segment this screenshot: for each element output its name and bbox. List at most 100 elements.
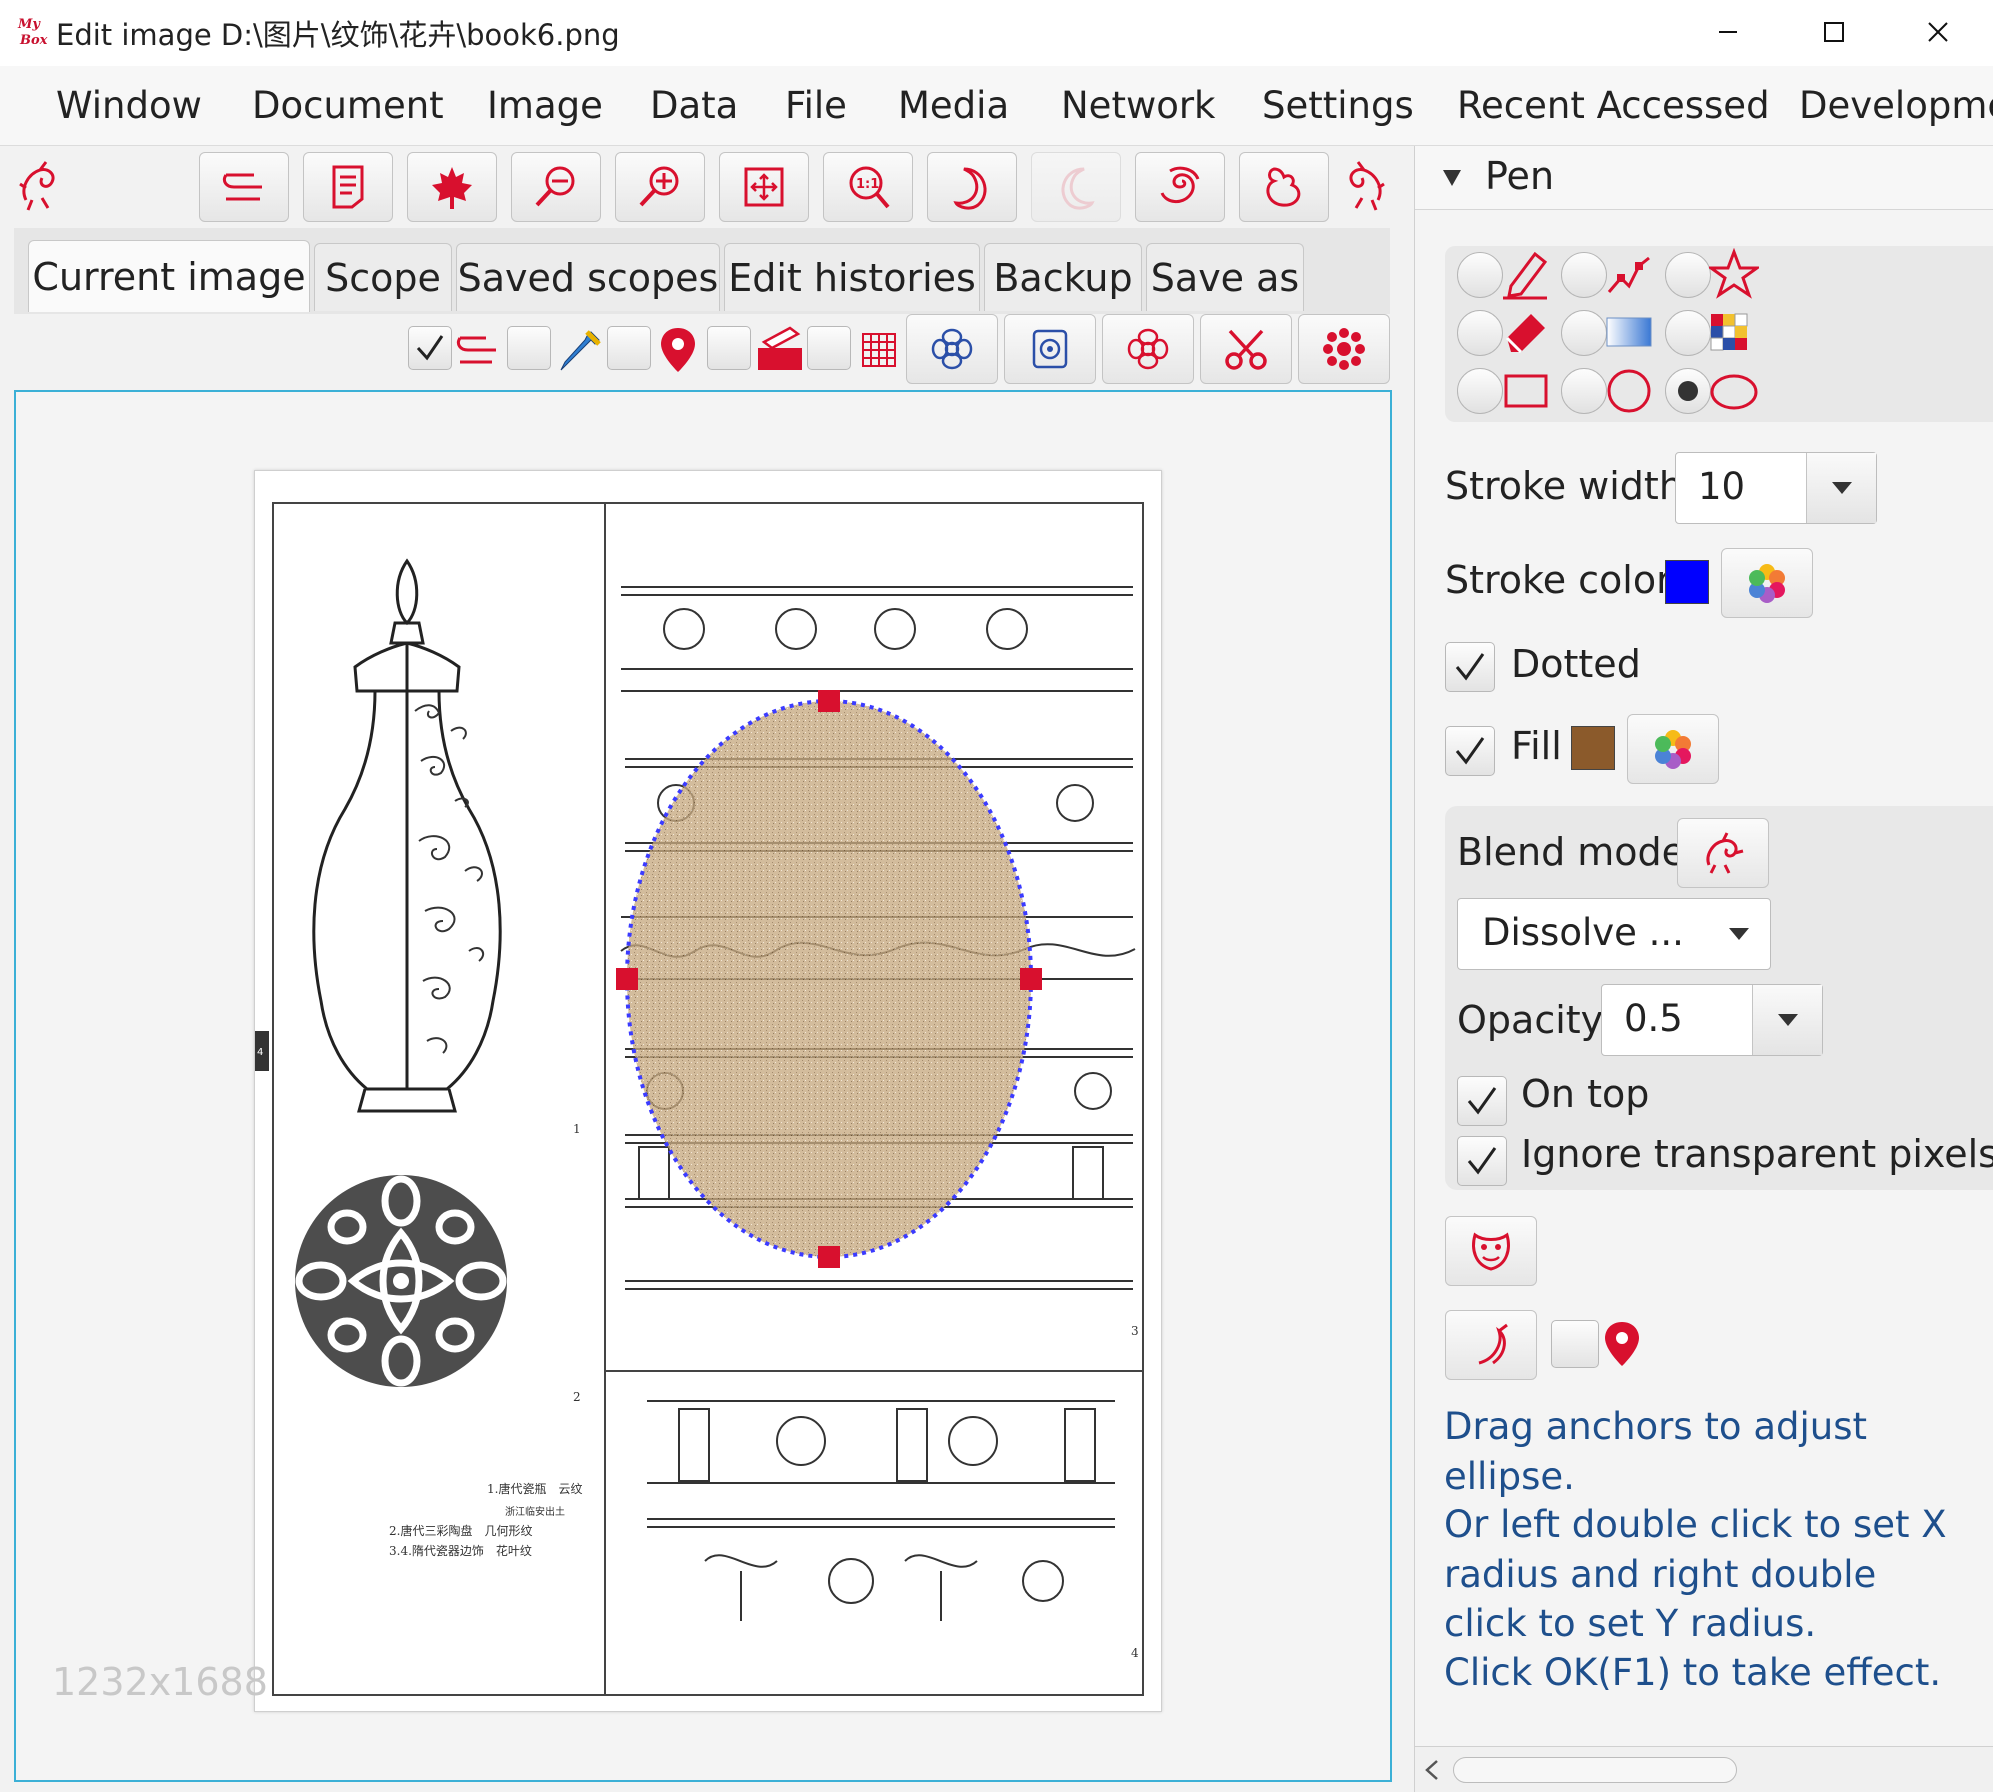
shape-radio-eraser[interactable] — [1457, 310, 1503, 356]
flower-pattern-button[interactable] — [906, 314, 998, 384]
zoom-out-button[interactable] — [511, 152, 601, 222]
mask-button[interactable] — [1445, 1216, 1537, 1286]
scrollbar-thumb[interactable] — [1453, 1757, 1737, 1783]
pen-header[interactable]: Pen — [1415, 146, 1993, 210]
stroke-color-palette-button[interactable] — [1721, 548, 1813, 618]
dragon-right-icon[interactable] — [1342, 160, 1386, 212]
menu-document[interactable]: Document — [252, 84, 444, 127]
menu-data[interactable]: Data — [650, 84, 738, 127]
menu-network[interactable]: Network — [1061, 84, 1216, 127]
flower-red-button[interactable] — [1102, 314, 1194, 384]
menu-image[interactable]: Image — [487, 84, 603, 127]
minimize-button[interactable] — [1698, 10, 1758, 54]
shape-radio-star[interactable] — [1665, 252, 1711, 298]
on-top-checkbox[interactable] — [1457, 1076, 1507, 1126]
fit-window-icon — [744, 167, 784, 207]
image-size-label: 1232x1688 — [52, 1660, 268, 1704]
pen-underline-icon[interactable] — [756, 324, 804, 376]
menu-file[interactable]: File — [785, 84, 847, 127]
horizontal-scrollbar[interactable] — [1415, 1746, 1993, 1792]
anchor-bottom[interactable] — [818, 1246, 840, 1268]
image-document[interactable]: 1.唐代瓷瓶 云纹 浙江临安出土 2.唐代三彩陶盘 几何形纹 3.4.隋代瓷器边… — [254, 470, 1162, 1712]
anchor-left[interactable] — [616, 968, 638, 990]
swirl-button[interactable] — [1135, 152, 1225, 222]
maximize-button[interactable] — [1804, 10, 1864, 54]
anchor-checkbox-panel[interactable] — [1551, 1320, 1599, 1368]
stroke-color-swatch[interactable] — [1665, 560, 1709, 604]
document-button[interactable] — [303, 152, 393, 222]
shape-radio-polyline[interactable] — [1561, 252, 1607, 298]
ignore-transparent-label: Ignore transparent pixels — [1521, 1132, 1993, 1176]
fit-window-button[interactable] — [719, 152, 809, 222]
caption-line-4: 3.4.隋代瓷器边饰 花叶纹 — [389, 1543, 532, 1558]
location-pin-icon[interactable] — [1603, 1320, 1641, 1372]
color-picker-checkbox[interactable] — [507, 326, 551, 370]
hint-line-1: Drag anchors to adjust ellipse. — [1444, 1405, 1868, 1498]
rectangle-icon — [1503, 370, 1549, 414]
star-icon — [1706, 247, 1762, 304]
checkmark-icon — [416, 335, 444, 361]
blend-mode-select[interactable]: Dissolve ... — [1457, 898, 1771, 970]
actual-size-button[interactable]: 1:1 — [823, 152, 913, 222]
tab-backup[interactable]: Backup — [984, 243, 1142, 311]
crescent-left-icon — [1061, 167, 1095, 210]
grid-icon[interactable] — [859, 330, 899, 374]
anchor-top[interactable] — [818, 690, 840, 712]
shape-radio-gradient[interactable] — [1561, 310, 1607, 356]
anchor-right[interactable] — [1020, 968, 1042, 990]
rotate-left-button[interactable] — [1031, 152, 1121, 222]
chrysanthemum-icon — [1323, 328, 1365, 370]
shape-radio-mosaic[interactable] — [1665, 310, 1711, 356]
format-button[interactable] — [199, 152, 289, 222]
dragon-left-icon[interactable] — [18, 160, 62, 212]
grid-checkbox[interactable] — [807, 326, 851, 370]
tab-current-image[interactable]: Current image — [28, 240, 310, 312]
opacity-combo[interactable]: 0.5 — [1601, 984, 1823, 1056]
close-button[interactable] — [1908, 10, 1968, 54]
fill-color-swatch[interactable] — [1571, 726, 1615, 770]
zoom-in-button[interactable] — [615, 152, 705, 222]
title-bar: My Box Edit image D:\图片\纹饰\花卉\book6.png — [0, 0, 1993, 66]
pen-curve-button[interactable] — [1445, 1310, 1537, 1380]
tab-scope[interactable]: Scope — [314, 243, 452, 311]
blend-mode-help-button[interactable] — [1677, 818, 1769, 888]
dotted-checkbox[interactable] — [1445, 642, 1495, 692]
tab-saved-scopes[interactable]: Saved scopes — [456, 243, 720, 311]
eraser-mode-checkbox[interactable] — [707, 326, 751, 370]
tile-pattern-button[interactable] — [1004, 314, 1096, 384]
rotate-right-button[interactable] — [927, 152, 1017, 222]
menu-development[interactable]: Developme — [1799, 84, 1993, 127]
eyedropper-icon[interactable] — [557, 326, 601, 378]
shape-radio-rectangle[interactable] — [1457, 368, 1503, 414]
menu-recent-accessed[interactable]: Recent Accessed — [1457, 84, 1770, 127]
gradient-icon — [1605, 310, 1653, 354]
chrysanthemum-button[interactable] — [1298, 314, 1390, 384]
checkmark-icon — [1455, 737, 1485, 765]
opacity-dropdown-button[interactable] — [1752, 985, 1822, 1055]
blend-mode-label: Blend mode — [1457, 830, 1686, 874]
ignore-transparent-checkbox[interactable] — [1457, 1136, 1507, 1186]
shape-radio-ellipse[interactable] — [1665, 368, 1711, 414]
svg-text:1:1: 1:1 — [856, 177, 879, 192]
menu-media[interactable]: Media — [898, 84, 1009, 127]
blend-mode-value: Dissolve ... — [1482, 911, 1684, 954]
location-pin-icon[interactable] — [659, 326, 697, 378]
cut-button[interactable] — [1200, 314, 1292, 384]
on-top-label: On top — [1521, 1072, 1650, 1116]
format-toggle-checkbox[interactable] — [408, 326, 452, 370]
fill-checkbox[interactable] — [1445, 726, 1495, 776]
maple-leaf-button[interactable] — [407, 152, 497, 222]
fill-color-palette-button[interactable] — [1627, 714, 1719, 784]
gourd-button[interactable] — [1239, 152, 1329, 222]
chevron-left-icon[interactable] — [1423, 1759, 1439, 1781]
tab-edit-histories[interactable]: Edit histories — [724, 243, 980, 311]
tab-save-as[interactable]: Save as — [1146, 243, 1304, 311]
shape-radio-circle[interactable] — [1561, 368, 1607, 414]
menu-window[interactable]: Window — [56, 84, 202, 127]
maximize-icon — [1824, 22, 1844, 42]
shape-radio-pen[interactable] — [1457, 252, 1503, 298]
stroke-width-dropdown-button[interactable] — [1806, 453, 1876, 523]
anchor-checkbox[interactable] — [607, 326, 651, 370]
stroke-width-combo[interactable]: 10 — [1675, 452, 1877, 524]
menu-settings[interactable]: Settings — [1262, 84, 1414, 127]
